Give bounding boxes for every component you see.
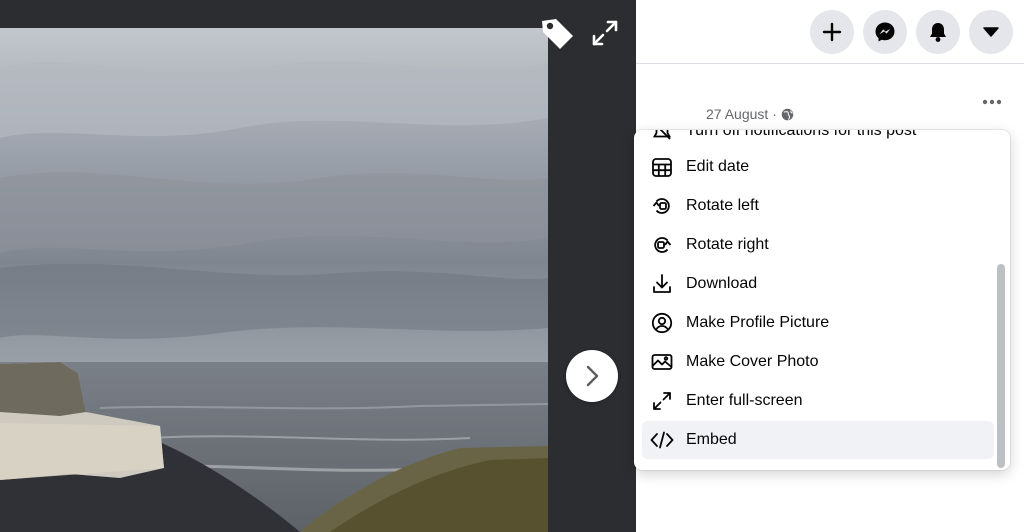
menu-item-make-cover-photo[interactable]: Make Cover Photo	[642, 343, 994, 381]
photo	[0, 28, 548, 532]
menu-scrollbar[interactable]	[997, 264, 1005, 468]
menu-item-label: Enter full-screen	[686, 392, 803, 409]
globe-icon	[781, 108, 794, 120]
meta-separator: ·	[772, 106, 777, 122]
post-date[interactable]: 27 August	[706, 106, 768, 122]
next-photo-button[interactable]	[566, 350, 618, 402]
menu-item-make-profile-picture[interactable]: Make Profile Picture	[642, 304, 994, 342]
messenger-icon	[875, 22, 895, 42]
expand-icon	[650, 389, 674, 413]
menu-item-label: Make Cover Photo	[686, 353, 819, 370]
menu-item-download[interactable]: Download	[642, 265, 994, 303]
download-icon	[650, 272, 674, 296]
menu-item-rotate-right[interactable]: Rotate right	[642, 226, 994, 264]
notifications-button[interactable]	[916, 10, 960, 54]
code-icon	[650, 428, 674, 452]
rotate-right-icon	[650, 233, 674, 257]
more-options-button[interactable]	[976, 90, 1008, 114]
caret-down-icon	[983, 27, 999, 37]
photo-options-menu: Turn off notifications for this post Edi…	[634, 130, 1010, 470]
post-timestamp: 27 August ·	[706, 106, 794, 122]
menu-item-label: Embed	[686, 431, 737, 448]
bell-off-icon	[650, 130, 674, 143]
top-navigation	[636, 0, 1024, 64]
menu-item-enter-full-screen[interactable]: Enter full-screen	[642, 382, 994, 420]
fullscreen-icon[interactable]	[590, 18, 620, 48]
menu-item-label: Edit date	[686, 158, 750, 175]
profile-picture-icon	[650, 311, 674, 335]
account-menu-button[interactable]	[969, 10, 1013, 54]
calendar-icon	[650, 155, 674, 179]
cover-photo-icon	[650, 350, 674, 374]
menu-item-label: Download	[686, 275, 758, 292]
menu-item-edit-date[interactable]: Edit date	[642, 148, 994, 186]
more-icon	[982, 99, 1002, 105]
menu-item-turn-off-notifications[interactable]: Turn off notifications for this post	[642, 130, 994, 150]
chevron-right-icon	[586, 365, 599, 387]
photo-viewer	[0, 0, 636, 532]
menu-item-embed[interactable]: Embed	[642, 421, 994, 459]
rotate-left-icon	[650, 194, 674, 218]
menu-item-label: Rotate left	[686, 197, 759, 214]
menu-item-rotate-left[interactable]: Rotate left	[642, 187, 994, 225]
menu-item-label: Rotate right	[686, 236, 769, 253]
messenger-button[interactable]	[863, 10, 907, 54]
menu-item-label: Turn off notifications for this post	[686, 130, 917, 139]
tag-icon[interactable]	[538, 15, 576, 51]
plus-icon	[822, 22, 842, 42]
bell-icon	[930, 23, 946, 42]
create-button[interactable]	[810, 10, 854, 54]
menu-item-label: Make Profile Picture	[686, 314, 830, 331]
